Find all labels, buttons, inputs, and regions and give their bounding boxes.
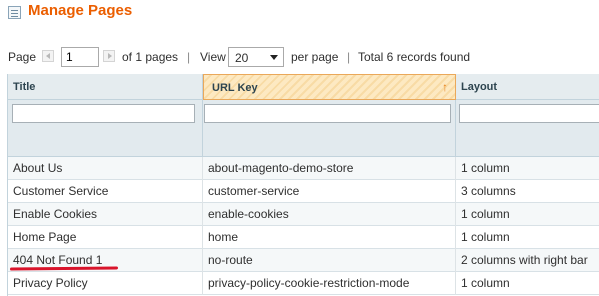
per-page-select[interactable]: 20 bbox=[228, 47, 284, 67]
cell-url-key: enable-cookies bbox=[203, 203, 456, 226]
url-key-filter-input[interactable] bbox=[204, 104, 451, 123]
of-pages-text: of 1 pages bbox=[122, 50, 179, 64]
sort-ascending-icon: ↑ bbox=[442, 80, 448, 94]
cell-layout: 2 columns with right bar bbox=[461, 253, 588, 267]
per-page-value: 20 bbox=[235, 51, 249, 65]
cell-layout: 1 column bbox=[461, 230, 510, 244]
page-title: Manage Pages bbox=[28, 2, 133, 19]
chevron-down-icon bbox=[270, 55, 278, 60]
table-row[interactable]: Privacy Policy privacy-policy-cookie-res… bbox=[8, 272, 599, 295]
prev-page-icon[interactable] bbox=[42, 50, 54, 62]
view-label: View bbox=[200, 50, 226, 64]
cell-url-key: customer-service bbox=[203, 180, 456, 203]
cell-layout: 1 column bbox=[461, 276, 510, 290]
cell-title: Home Page bbox=[8, 226, 203, 249]
pager-separator: | bbox=[187, 50, 191, 64]
cell-title: Privacy Policy bbox=[8, 272, 203, 295]
cell-url-key: home bbox=[203, 226, 456, 249]
cell-url-key: privacy-policy-cookie-restriction-mode bbox=[203, 272, 456, 295]
cell-layout: 3 columns bbox=[461, 184, 516, 198]
cell-layout: 1 column bbox=[461, 207, 510, 221]
column-header-title[interactable]: Title bbox=[8, 74, 203, 100]
filter-row bbox=[8, 100, 599, 157]
table-row[interactable]: Customer Service customer-service 3 colu… bbox=[8, 180, 599, 203]
page-label: Page bbox=[8, 50, 37, 64]
pager-separator: | bbox=[347, 50, 351, 64]
cell-title: Customer Service bbox=[8, 180, 203, 203]
pages-grid: Title URL Key ↑ Layout About Us about-ma… bbox=[7, 74, 599, 296]
cell-layout: 1 column bbox=[461, 161, 510, 175]
cell-url-key: about-magento-demo-store bbox=[203, 157, 456, 180]
table-row[interactable]: Home Page home 1 column bbox=[8, 226, 599, 249]
layout-filter-input[interactable] bbox=[459, 104, 599, 123]
column-header-url-key[interactable]: URL Key ↑ bbox=[203, 74, 456, 100]
table-row[interactable]: About Us about-magento-demo-store 1 colu… bbox=[8, 157, 599, 180]
next-page-icon[interactable] bbox=[103, 50, 115, 62]
cell-title: About Us bbox=[8, 157, 203, 180]
pages-icon bbox=[8, 6, 21, 19]
cell-title: Enable Cookies bbox=[8, 203, 203, 226]
column-header-layout[interactable]: Layout bbox=[456, 74, 599, 100]
pager: Page of 1 pages | View 20 per page | Tot… bbox=[8, 46, 598, 68]
total-records: Total 6 records found bbox=[358, 50, 471, 64]
table-row[interactable]: Enable Cookies enable-cookies 1 column bbox=[8, 203, 599, 226]
page-header: Manage Pages bbox=[0, 0, 599, 30]
per-page-text: per page bbox=[291, 50, 339, 64]
title-filter-input[interactable] bbox=[12, 104, 195, 123]
cell-url-key: no-route bbox=[203, 249, 456, 272]
page-number-input[interactable] bbox=[61, 47, 99, 67]
